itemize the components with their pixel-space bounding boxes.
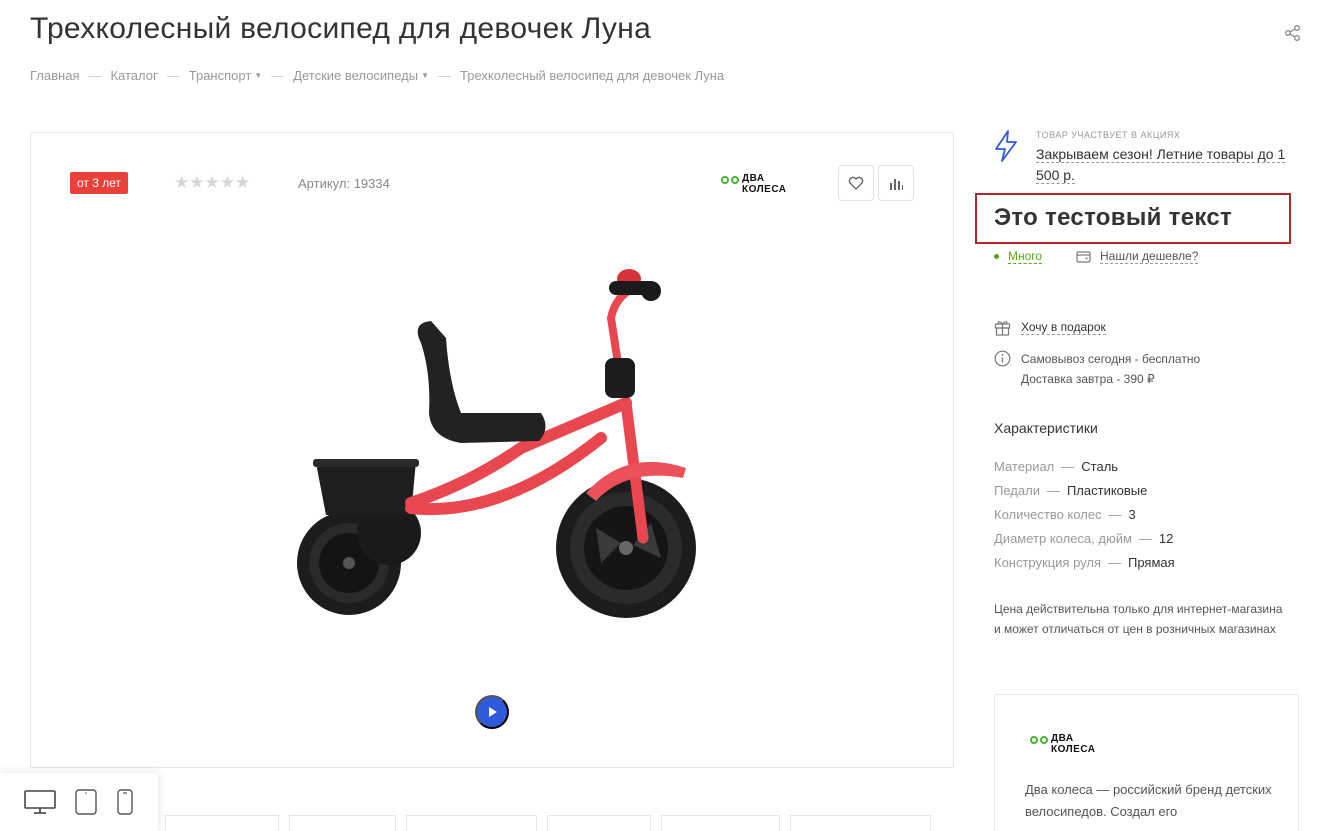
product-sku: Артикул: 19334 [298, 176, 390, 191]
promo-link-text[interactable]: Закрываем сезон! Летние товары до 1 500 … [1036, 146, 1286, 184]
product-gallery: от 3 лет ★★★★★ Артикул: 19334 ДВА КОЛЕСА [30, 132, 954, 768]
highlight-text: Это тестовый текст [994, 204, 1233, 231]
heart-icon [848, 176, 864, 190]
stock-status: Много [994, 249, 1043, 264]
brand-logo-mark [1030, 736, 1048, 744]
spec-row: Педали — Пластиковые [994, 478, 1175, 502]
shipping-text: Доставка завтра - 390 ₽ [1021, 372, 1155, 386]
device-switcher [0, 773, 158, 831]
brand-logo-line2: КОЛЕСА [742, 184, 787, 195]
brand-card[interactable]: ДВА КОЛЕСА Два колеса — российский бренд… [994, 694, 1299, 831]
spec-dash: — [1046, 482, 1060, 498]
breadcrumb-catalog[interactable]: Каталог [110, 68, 157, 83]
spec-row: Количество колес — 3 [994, 502, 1175, 526]
gallery-thumbnail[interactable] [406, 815, 537, 831]
info-icon [994, 350, 1011, 367]
breadcrumb-separator: — [166, 68, 180, 83]
wallet-icon [1076, 251, 1091, 263]
spec-key: Диаметр колеса, дюйм [994, 530, 1132, 546]
promo-label: Товар участвует в акциях [1036, 130, 1181, 140]
gallery-thumbnail[interactable] [661, 815, 780, 831]
rating-stars[interactable]: ★★★★★ [174, 173, 250, 193]
favorite-button[interactable] [838, 165, 874, 201]
page-title: Трехколесный велосипед для девочек Луна [30, 12, 652, 45]
spec-dash: — [1108, 554, 1121, 570]
compare-icon [890, 179, 903, 190]
product-image[interactable] [271, 263, 711, 643]
breadcrumb-current: Трехколесный велосипед для девочек Луна [460, 68, 725, 83]
play-video-button[interactable] [475, 695, 509, 729]
gift-icon [994, 320, 1011, 336]
specs-list: Материал — Сталь Педали — Пластиковые Количе… [994, 454, 1175, 574]
spec-dash: — [1061, 458, 1075, 474]
found-cheaper-link[interactable]: Нашли дешевле? [1076, 249, 1199, 264]
spec-value: 3 [1128, 506, 1136, 522]
spec-row: Конструкция руля — Прямая [994, 550, 1175, 574]
spec-row: Диаметр колеса, дюйм — 12 [994, 526, 1175, 550]
pickup-text: Самовывоз сегодня - бесплатно [1021, 352, 1201, 366]
age-badge: от 3 лет [70, 172, 129, 194]
gift-link[interactable]: Хочу в подарок [994, 319, 1106, 336]
promo-link[interactable]: Закрываем сезон! Летние товары до 1 500 … [1036, 144, 1296, 186]
brand-logo-mark [721, 176, 739, 184]
spec-key: Конструкция руля [994, 554, 1101, 570]
gallery-thumbnail[interactable] [165, 815, 279, 831]
spec-row: Материал — Сталь [994, 454, 1175, 478]
brand-logo-text: ДВА КОЛЕСА [1051, 733, 1096, 755]
spec-dash: — [1108, 506, 1122, 522]
spec-key: Педали [994, 482, 1040, 498]
spec-dash: — [1138, 530, 1152, 546]
spec-key: Количество колес [994, 506, 1102, 522]
spec-value: Сталь [1081, 458, 1119, 474]
lightning-icon [995, 130, 1017, 162]
brand-logo-line1: ДВА [1051, 733, 1074, 744]
stock-indicator [994, 254, 999, 259]
price-note: Цена действительна только для интернет-м… [994, 602, 1283, 636]
gift-label[interactable]: Хочу в подарок [1021, 320, 1106, 335]
compare-button[interactable] [878, 165, 914, 201]
brand-logo-line2: КОЛЕСА [1051, 744, 1096, 755]
desktop-icon[interactable] [24, 789, 56, 815]
breadcrumb-separator: — [88, 68, 102, 83]
brand-description: Два колеса — российский бренд детских ве… [1025, 782, 1272, 819]
brand-logo-text: ДВА КОЛЕСА [742, 173, 787, 195]
specs-title: Характеристики [994, 420, 1098, 436]
breadcrumb: Главная — Каталог — Транспорт ▼ — Детски… [30, 68, 724, 83]
play-icon [489, 707, 497, 717]
brand-logo-line1: ДВА [742, 173, 765, 184]
stock-label[interactable]: Много [1008, 249, 1043, 264]
gallery-thumbnail[interactable] [790, 815, 931, 831]
delivery-info: Самовывоз сегодня - бесплатно Доставка з… [994, 349, 1200, 389]
spec-value: 12 [1158, 530, 1174, 546]
mobile-icon[interactable] [116, 789, 134, 815]
tablet-icon[interactable] [74, 789, 98, 815]
gallery-thumbnail[interactable] [289, 815, 396, 831]
chevron-down-icon[interactable]: ▼ [421, 71, 429, 80]
spec-value: Пластиковые [1066, 482, 1148, 498]
breadcrumb-transport[interactable]: Транспорт [189, 68, 252, 83]
gallery-thumbnail[interactable] [547, 815, 651, 831]
brand-logo[interactable]: ДВА КОЛЕСА [721, 173, 787, 195]
spec-value: Прямая [1128, 554, 1175, 570]
spec-key: Материал [994, 458, 1055, 474]
chevron-down-icon[interactable]: ▼ [254, 71, 262, 80]
breadcrumb-kids-bikes[interactable]: Детские велосипеды [293, 68, 418, 83]
found-cheaper-label[interactable]: Нашли дешевле? [1100, 249, 1199, 264]
breadcrumb-separator: — [438, 68, 452, 83]
brand-logo[interactable]: ДВА КОЛЕСА [1030, 733, 1096, 755]
breadcrumb-separator: — [271, 68, 285, 83]
share-icon[interactable] [1284, 24, 1302, 42]
breadcrumb-home[interactable]: Главная [30, 68, 79, 83]
